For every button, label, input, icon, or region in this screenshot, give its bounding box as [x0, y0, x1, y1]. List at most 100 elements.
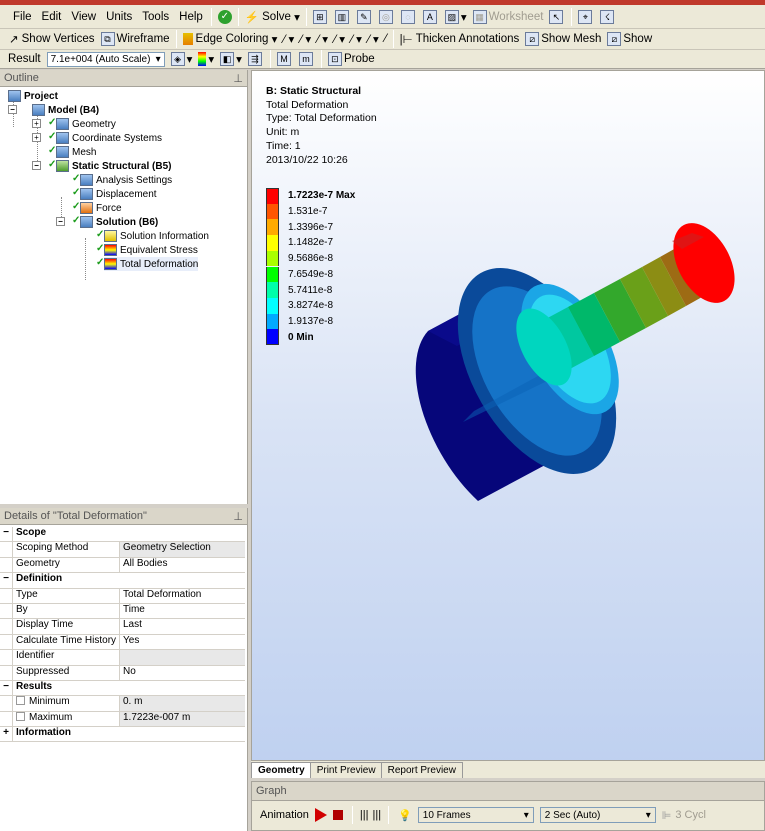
pin-icon[interactable]: ⊥ [233, 72, 243, 85]
show-mesh-button[interactable]: ⧄ Show Mesh [522, 29, 604, 49]
details-row-by[interactable]: By Time [0, 603, 245, 620]
outline-header: Outline ⊥ [0, 70, 247, 87]
animation-toolbar: Animation ||| ||| 💡 10 Frames ▾ 2 Sec (Au… [252, 803, 765, 827]
menu-bar: File Edit View Units Tools Help ✓ ⚡ Solve… [0, 5, 765, 29]
text-icon[interactable]: A [420, 7, 442, 27]
deformation-model[interactable] [252, 71, 765, 778]
edges-display-icon[interactable]: ◧ ▾ [217, 50, 245, 68]
show-vertices-button[interactable]: ↗ Show Vertices [6, 29, 98, 49]
tree-node-total-deformation[interactable]: ✓ Total Deformation [96, 257, 199, 271]
details-row-type[interactable]: Type Total Deformation [0, 588, 245, 604]
gray-icon[interactable]: ◌ [398, 7, 420, 27]
duration-dropdown[interactable]: 2 Sec (Auto) ▾ [539, 807, 656, 823]
probe-button[interactable]: ⊡ Probe [325, 50, 378, 68]
details-section-results[interactable]: − Results [0, 680, 245, 697]
cycles-label[interactable]: 3 Cycl [675, 809, 706, 821]
edge-style-icon-5[interactable]: ⁄ ▾ [348, 29, 365, 49]
graph-panel: Graph Animation ||| ||| 💡 10 Frames ▾ 2 S… [251, 781, 765, 831]
tree-node-displacement[interactable]: ✓ Displacement [72, 187, 157, 201]
details-section-scope[interactable]: − Scope [0, 527, 245, 543]
outline-panel: Outline ⊥ Project − Model (B4) + ✓ Geometry … [0, 70, 248, 504]
details-panel: Details of "Total Deformation" ⊥ − Scope S… [0, 508, 248, 831]
details-grid: − Scope Scoping Method Geometry Selection … [0, 527, 245, 743]
point-icon[interactable]: ☇ [597, 7, 619, 27]
tab-report-preview[interactable]: Report Preview [380, 762, 463, 778]
worksheet-button[interactable]: ▦ Worksheet [470, 7, 547, 27]
details-row-display-time[interactable]: Display Time Last [0, 619, 245, 635]
tree-node-solution-information[interactable]: ✓ Solution Information [96, 229, 209, 243]
details-row-identifier[interactable]: Identifier [0, 650, 245, 666]
details-row-calculate-time-history[interactable]: Calculate Time History Yes [0, 634, 245, 651]
menu-edit[interactable]: Edit [37, 11, 67, 23]
result-scale-dropdown[interactable]: 7.1e+004 (Auto Scale) ▾ [46, 51, 165, 67]
solve-button[interactable]: ⚡ Solve ▾ [242, 7, 303, 27]
menu-view[interactable]: View [66, 11, 101, 23]
details-row-maximum[interactable]: Maximum 1.7223e-007 m [0, 711, 245, 728]
vector-icon[interactable]: ⇶ [245, 50, 267, 68]
thicken-annotations-button[interactable]: |⊢ Thicken Annotations [397, 29, 523, 49]
details-row-suppressed[interactable]: Suppressed No [0, 665, 245, 681]
details-header: Details of "Total Deformation" ⊥ [0, 508, 247, 525]
select-icon[interactable]: ⌖ [575, 7, 597, 27]
check-icon[interactable]: ✓ [215, 7, 235, 27]
pin-icon[interactable]: ⊥ [233, 510, 243, 523]
help-cursor-icon[interactable]: ↖ [546, 7, 568, 27]
image-capture-icon[interactable]: ▨ ▾ [442, 7, 470, 27]
tree-node-force[interactable]: ✓ Force [72, 201, 122, 215]
result-label: Result [8, 53, 41, 65]
tree-node-geometry[interactable]: + ✓ Geometry [32, 117, 116, 131]
tree-node-project[interactable]: Project [8, 89, 58, 103]
graphics-toolbar: ↗ Show Vertices ⧉ Wireframe Edge Coloring … [0, 29, 765, 50]
details-section-information[interactable]: + Information [0, 727, 245, 743]
lightbulb-icon[interactable]: 💡 [398, 809, 412, 822]
animation-label: Animation [260, 809, 309, 821]
maximum-checkbox[interactable] [16, 711, 25, 721]
edge-style-icon-4[interactable]: ⁄ ▾ [331, 29, 348, 49]
tree-node-equivalent-stress[interactable]: ✓ Equivalent Stress [96, 243, 198, 257]
details-row-geometry[interactable]: Geometry All Bodies [0, 557, 245, 574]
details-section-definition[interactable]: − Definition [0, 573, 245, 589]
tab-print-preview[interactable]: Print Preview [309, 762, 383, 778]
graphics-viewport[interactable]: B: Static Structural Total Deformation T… [251, 70, 765, 778]
edge-style-icon-3[interactable]: ⁄ ▾ [314, 29, 331, 49]
stop-icon[interactable] [332, 810, 343, 820]
tree-node-static-structural[interactable]: − ✓ Static Structural (B5) [32, 159, 171, 173]
edge-style-icon-7[interactable]: ⁄ [382, 29, 390, 49]
edge-style-icon-2[interactable]: ⁄ ▾ [297, 29, 314, 49]
menu-file[interactable]: File [8, 11, 37, 23]
edge-style-icon-6[interactable]: ⁄ ▾ [365, 29, 382, 49]
tree-node-coordinate-systems[interactable]: + ✓ Coordinate Systems [32, 131, 162, 145]
show-button[interactable]: ⧄ Show [604, 29, 655, 49]
edge-coloring-dropdown[interactable]: Edge Coloring ▾ [180, 29, 281, 49]
view-tabs: Geometry Print Preview Report Preview [251, 760, 765, 778]
tree-node-analysis-settings[interactable]: ✓ Analysis Settings [72, 173, 172, 187]
graph-header: Graph [252, 782, 764, 801]
geometry-display-icon[interactable]: ◈ ▾ [168, 50, 196, 68]
edge-style-icon-1[interactable]: ⁄ ▾ [280, 29, 297, 49]
max-label-icon[interactable]: M [274, 50, 296, 68]
details-row-minimum[interactable]: Minimum 0. m [0, 696, 245, 712]
minimum-checkbox[interactable] [16, 696, 25, 706]
min-label-icon[interactable]: m [296, 50, 318, 68]
tree-node-solution[interactable]: − ✓ Solution (B6) [56, 215, 158, 229]
tree-node-model[interactable]: − Model (B4) [8, 103, 99, 117]
new-analysis-icon[interactable]: ⊞ [310, 7, 332, 27]
result-frames-icon[interactable]: ||| [373, 809, 382, 821]
image-icon[interactable]: ◎ [376, 7, 398, 27]
outline-tree: Project − Model (B4) + ✓ Geometry + ✓ Coordin… [0, 87, 247, 280]
tree-node-mesh[interactable]: ✓ Mesh [48, 145, 96, 159]
result-toolbar: Result 7.1e+004 (Auto Scale) ▾ ◈ ▾ ▾ ◧ ▾ ⇶ … [0, 50, 765, 69]
distributed-frames-icon[interactable]: ||| [360, 809, 369, 821]
details-row-scoping-method[interactable]: Scoping Method Geometry Selection [0, 542, 245, 558]
frames-dropdown[interactable]: 10 Frames ▾ [417, 807, 534, 823]
play-icon[interactable] [314, 808, 327, 822]
chart-icon[interactable]: ▥ [332, 7, 354, 27]
cycles-icon[interactable]: ⊫ [662, 809, 672, 822]
menu-units[interactable]: Units [101, 11, 137, 23]
tab-geometry[interactable]: Geometry [251, 762, 312, 778]
menu-help[interactable]: Help [174, 11, 208, 23]
comment-icon[interactable]: ✎ [354, 7, 376, 27]
wireframe-button[interactable]: ⧉ Wireframe [98, 29, 173, 49]
contour-bands-icon[interactable]: ▾ [195, 50, 217, 68]
menu-tools[interactable]: Tools [137, 11, 174, 23]
